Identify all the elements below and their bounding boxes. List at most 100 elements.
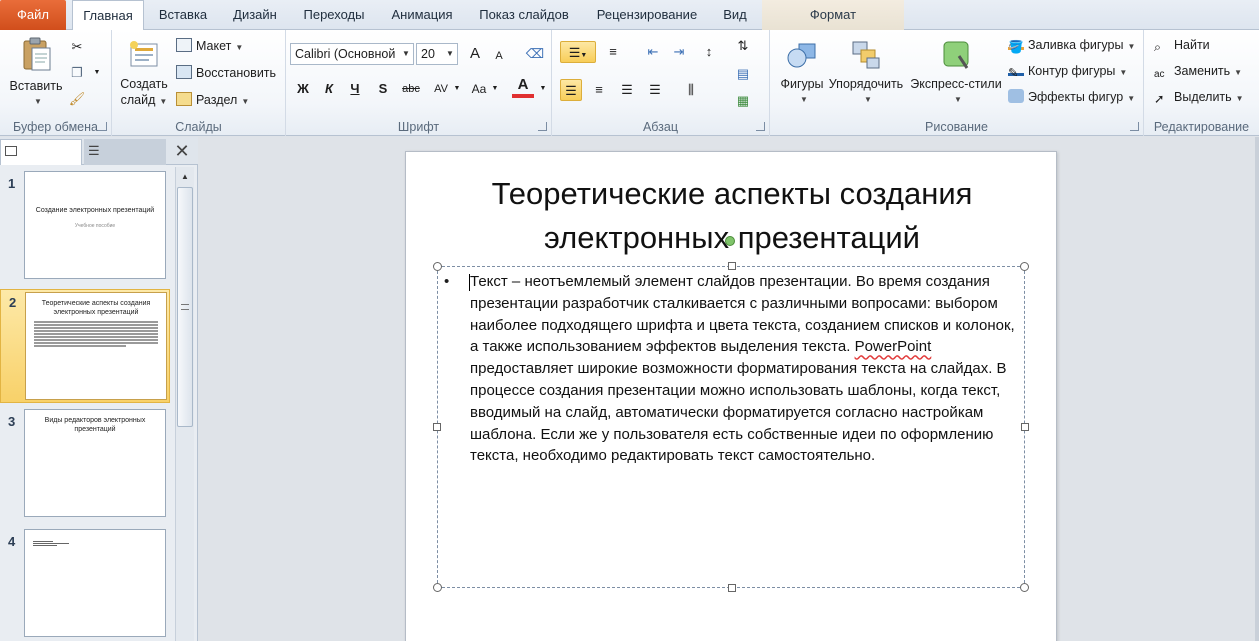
- layout-button[interactable]: Макет ▼: [176, 35, 243, 57]
- increase-indent-icon[interactable]: ⇥: [668, 41, 690, 63]
- group-font: Calibri (Основной ▼ 20 ▼ A A ⌫ Ж К Ч S abc…: [286, 30, 552, 136]
- tab-format[interactable]: Формат: [762, 0, 904, 30]
- drawing-launcher-icon[interactable]: [1130, 122, 1139, 131]
- shadow-button[interactable]: S: [372, 78, 394, 100]
- text-direction-icon[interactable]: ⇅: [732, 35, 754, 57]
- tab-insert[interactable]: Вставка: [150, 0, 216, 30]
- scroll-up-icon[interactable]: ▲: [177, 169, 193, 185]
- char-spacing-dropdown-icon[interactable]: ▼: [446, 78, 468, 100]
- align-right-icon[interactable]: ☰: [616, 79, 638, 101]
- quick-styles-button[interactable]: Экспресс-стили ▼: [908, 38, 1004, 108]
- paragraph-launcher-icon[interactable]: [756, 122, 765, 131]
- tab-slideshow[interactable]: Показ слайдов: [470, 0, 578, 30]
- line-spacing-icon[interactable]: ↕: [698, 41, 720, 63]
- underline-button[interactable]: Ч: [344, 78, 366, 100]
- shape-outline-label: Контур фигуры: [1028, 64, 1116, 78]
- tab-home[interactable]: Главная: [72, 0, 144, 31]
- columns-icon[interactable]: ⫼: [680, 79, 702, 101]
- resize-handle-sw[interactable]: [433, 583, 442, 592]
- tab-outline-view[interactable]: ☰: [84, 139, 166, 165]
- font-name-combo[interactable]: Calibri (Основной ▼: [290, 43, 414, 65]
- resize-handle-se[interactable]: [1020, 583, 1029, 592]
- paste-button[interactable]: Вставить ▼: [6, 36, 66, 110]
- strikethrough-button[interactable]: abc: [400, 78, 422, 100]
- content-placeholder[interactable]: • Текст – неотъемлемый элемент слайдов п…: [433, 262, 1029, 592]
- section-button[interactable]: Раздел ▼: [176, 89, 249, 111]
- numbering-icon[interactable]: ≡: [602, 41, 624, 63]
- resize-handle-nw[interactable]: [433, 262, 442, 271]
- font-size-dropdown-icon[interactable]: ▼: [443, 44, 457, 64]
- format-painter-icon[interactable]: 🖌: [66, 88, 88, 110]
- slides-tab-icon: [5, 146, 17, 156]
- layout-icon: [176, 38, 192, 52]
- bullets-button[interactable]: ☰▼: [560, 41, 596, 63]
- tab-transitions[interactable]: Переходы: [294, 0, 374, 30]
- replace-button[interactable]: ac Заменить ▼: [1154, 60, 1242, 82]
- arrange-button[interactable]: Упорядочить ▼: [826, 38, 906, 108]
- shape-outline-button[interactable]: ✎ Контур фигуры ▼: [1008, 60, 1127, 82]
- bold-button[interactable]: Ж: [292, 78, 314, 100]
- reset-button[interactable]: Восстановить: [176, 62, 276, 84]
- tab-view[interactable]: Вид: [716, 0, 754, 30]
- shape-effects-button[interactable]: Эффекты фигур ▼: [1008, 86, 1135, 108]
- shape-fill-button[interactable]: 🪣 Заливка фигуры ▼: [1008, 34, 1135, 56]
- change-case-dropdown-icon[interactable]: ▼: [484, 78, 506, 100]
- thumbnail-slide-1[interactable]: 1 Создание электронных презентаций Учебн…: [0, 171, 172, 283]
- thumbnail-text-lines: [26, 321, 166, 347]
- section-label: Раздел: [196, 93, 238, 107]
- select-button[interactable]: ➚ Выделить ▼: [1154, 86, 1244, 108]
- shrink-font-icon[interactable]: A: [488, 45, 510, 67]
- close-panel-icon[interactable]: ✕: [172, 141, 192, 161]
- clipboard-group-label: Буфер обмена: [13, 120, 98, 134]
- group-clipboard: Вставить ▼ ✂ ❐ ▼ 🖌 Буфер обмена: [0, 30, 112, 136]
- panel-scrollbar[interactable]: ▲: [175, 167, 194, 641]
- thumbnail-slide-3[interactable]: 3 Виды редакторов электронных презентаци…: [0, 409, 172, 521]
- find-button[interactable]: ⌕ Найти: [1154, 34, 1210, 56]
- tab-design[interactable]: Дизайн: [222, 0, 288, 30]
- scroll-thumb[interactable]: [177, 187, 193, 427]
- thumbnail-slide-2[interactable]: 2 Теоретические аспекты создания электро…: [0, 289, 170, 403]
- tab-file[interactable]: Файл: [0, 0, 66, 30]
- tab-review[interactable]: Рецензирование: [584, 0, 710, 30]
- font-color-button[interactable]: A: [512, 76, 534, 98]
- new-slide-dropdown-icon[interactable]: ▼: [159, 97, 167, 106]
- resize-handle-s[interactable]: [728, 584, 736, 592]
- clear-formatting-icon[interactable]: ⌫: [524, 43, 546, 65]
- italic-button[interactable]: К: [318, 78, 340, 100]
- slide-body-text[interactable]: Текст – неотъемлемый элемент слайдов пре…: [470, 271, 1020, 467]
- font-size-combo[interactable]: 20 ▼: [416, 43, 458, 65]
- bullets-dropdown-icon[interactable]: ▼: [580, 52, 587, 59]
- tab-animation[interactable]: Анимация: [380, 0, 464, 30]
- copy-dropdown-icon[interactable]: ▼: [86, 62, 108, 84]
- decrease-indent-icon[interactable]: ⇤: [642, 41, 664, 63]
- rotation-handle[interactable]: [725, 236, 735, 246]
- align-text-icon[interactable]: ▤: [732, 63, 754, 85]
- drawing-group-label: Рисование: [925, 120, 988, 134]
- resize-handle-n[interactable]: [728, 262, 736, 270]
- slide-title[interactable]: Теоретические аспекты создания электронн…: [406, 172, 1058, 260]
- clipboard-launcher-icon[interactable]: [98, 122, 107, 131]
- new-slide-button[interactable]: Создать слайд ▼: [116, 38, 172, 110]
- arrange-icon: [852, 41, 880, 69]
- smartart-icon[interactable]: ▦: [732, 90, 754, 112]
- ribbon: Вставить ▼ ✂ ❐ ▼ 🖌 Буфер обмена Создать …: [0, 30, 1259, 136]
- grow-font-icon[interactable]: A: [464, 43, 486, 65]
- editor-scrollbar[interactable]: [1255, 137, 1259, 641]
- paste-dropdown-icon[interactable]: ▼: [10, 94, 66, 110]
- cut-icon[interactable]: ✂: [66, 36, 88, 58]
- resize-handle-ne[interactable]: [1020, 262, 1029, 271]
- resize-handle-e[interactable]: [1021, 423, 1029, 431]
- font-color-dropdown-icon[interactable]: ▼: [532, 78, 554, 100]
- align-center-icon[interactable]: ≡: [588, 79, 610, 101]
- shapes-button[interactable]: Фигуры ▼: [774, 38, 830, 108]
- new-slide-label-1: Создать: [120, 77, 168, 91]
- font-launcher-icon[interactable]: [538, 122, 547, 131]
- align-left-button[interactable]: ☰: [560, 79, 582, 101]
- justify-icon[interactable]: ☰: [644, 79, 666, 101]
- copy-icon[interactable]: ❐: [66, 62, 88, 84]
- new-slide-label-2-text: слайд: [120, 93, 156, 107]
- font-name-dropdown-icon[interactable]: ▼: [399, 44, 413, 64]
- resize-handle-w[interactable]: [433, 423, 441, 431]
- thumbnail-slide-4[interactable]: 4: [0, 529, 172, 641]
- tab-slides-view[interactable]: [0, 139, 82, 165]
